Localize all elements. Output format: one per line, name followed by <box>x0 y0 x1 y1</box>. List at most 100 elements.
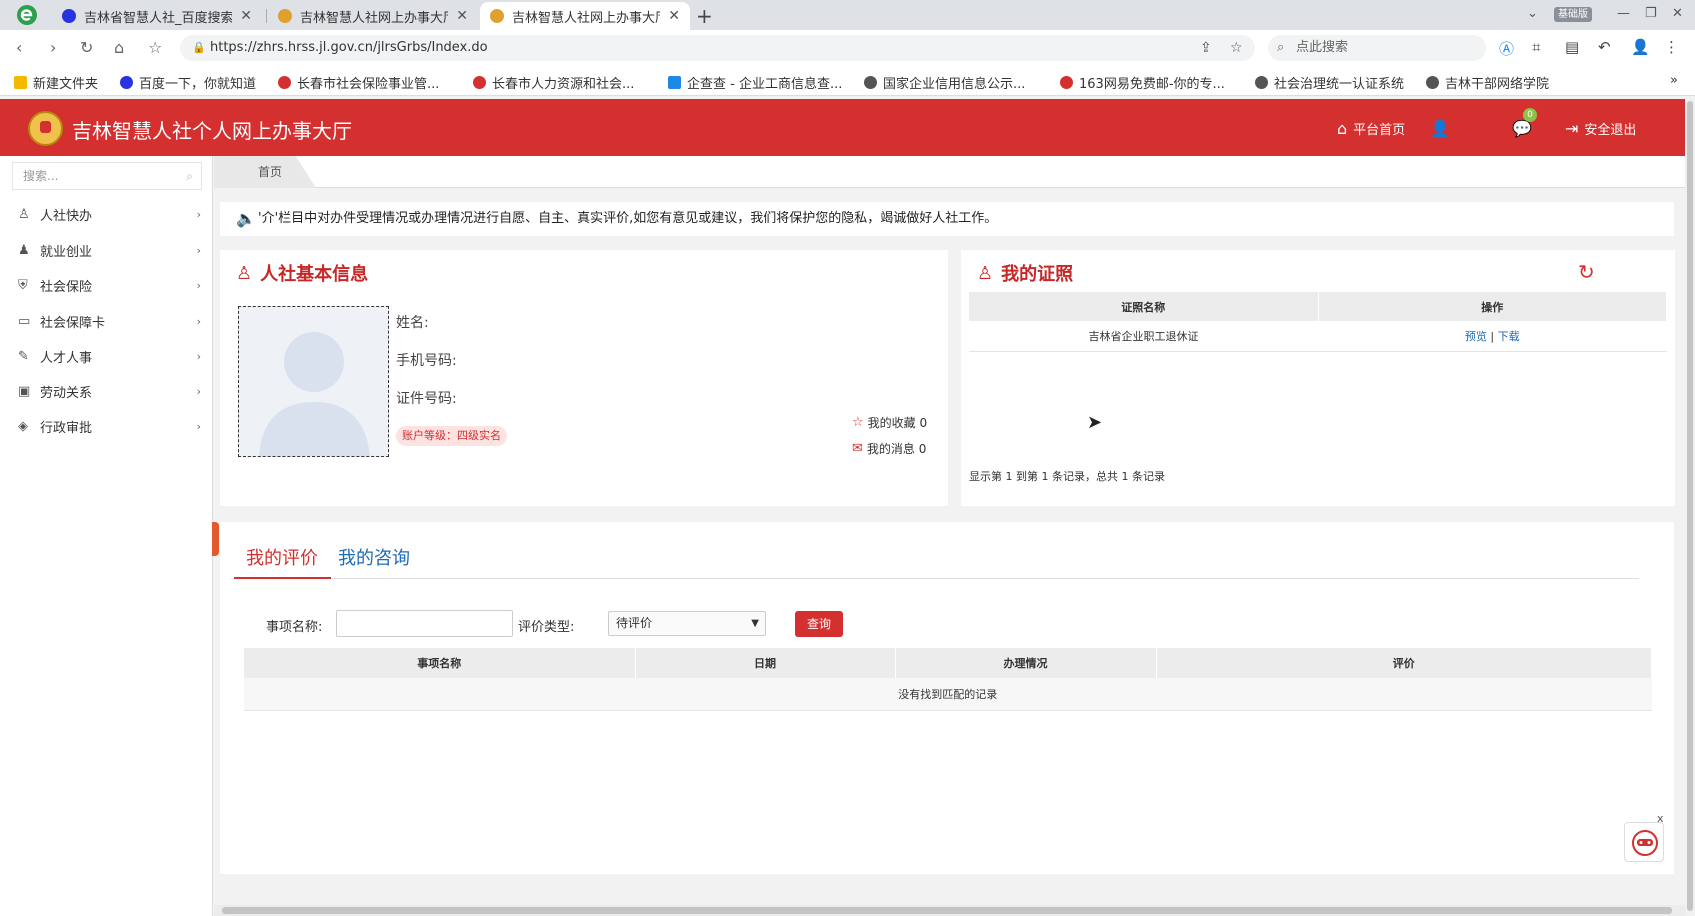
sidebar-search-input[interactable]: 搜索... ⌕ <box>12 162 202 190</box>
share-icon[interactable]: ⇪ <box>1200 35 1212 61</box>
sidebar-item-approval[interactable]: ◈ 行政审批 › <box>0 408 213 444</box>
star-icon[interactable]: ☆ <box>148 38 162 57</box>
bookmark-item[interactable]: 新建文件夹 <box>14 73 98 92</box>
close-icon[interactable]: ✕ <box>668 8 680 24</box>
qichacha-icon <box>668 76 681 89</box>
tab-my-consultations[interactable]: 我的咨询 <box>338 544 410 570</box>
page-tab-home[interactable]: 首页 <box>214 156 316 188</box>
customer-service-robot[interactable] <box>1624 822 1664 862</box>
scrollbar-thumb[interactable] <box>1687 101 1693 911</box>
chevron-down-icon[interactable]: ⌄ <box>1527 6 1538 21</box>
browser-logo-icon[interactable] <box>16 4 38 26</box>
bookmark-label: 长春市社会保险事业管... <box>297 77 440 92</box>
worker-icon: ♟ <box>18 242 30 258</box>
close-icon[interactable]: ✕ <box>456 8 468 24</box>
browser-tab-hall-active[interactable]: 吉林智慧人社网上办事大厅 ✕ <box>480 2 690 30</box>
evaluation-type-value: 待评价 <box>616 616 653 630</box>
avatar <box>238 306 389 457</box>
refresh-icon[interactable]: ↻ <box>1578 260 1595 284</box>
item-name-label: 事项名称: <box>266 620 323 635</box>
lock-icon: 🔒 <box>192 41 206 54</box>
bookmark-label: 国家企业信用信息公示... <box>883 77 1026 92</box>
column-header: 操作 <box>1318 292 1667 321</box>
bookmark-item[interactable]: 长春市人力资源和社会... <box>473 73 634 92</box>
messages-label: 我的消息 0 <box>866 442 927 456</box>
globe-icon <box>864 76 877 89</box>
national-emblem-logo <box>28 111 63 146</box>
browser-tab-hall[interactable]: 吉林智慧人社网上办事大厅 ✕ <box>268 2 478 30</box>
sidebar-item-labor[interactable]: ▣ 劳动关系 › <box>0 373 213 409</box>
user-profile-link[interactable]: 👤 <box>1430 119 1456 138</box>
bookmarks-overflow-button[interactable]: » <box>1670 73 1678 88</box>
sidebar-item-label: 劳动关系 <box>40 385 93 401</box>
logout-link[interactable]: ⇥ 安全退出 <box>1565 119 1636 138</box>
table-row: 没有找到匹配的记录 <box>244 678 1652 711</box>
preview-link[interactable]: 预览 <box>1465 330 1487 343</box>
close-window-icon[interactable]: ✕ <box>1672 6 1683 21</box>
netease-mail-icon <box>1060 76 1073 89</box>
bookmark-item[interactable]: 百度一下，你就知道 <box>120 73 256 92</box>
forward-icon[interactable]: › <box>50 38 56 57</box>
url-bar[interactable]: 🔒 https://zhrs.hrss.jl.gov.cn/jlrsGrbs/I… <box>180 35 1255 61</box>
logout-label: 安全退出 <box>1584 123 1637 138</box>
reload-icon[interactable]: ↻ <box>80 38 93 57</box>
sidebar-item-security-card[interactable]: ▭ 社会保障卡 › <box>0 303 213 339</box>
my-favorites-link[interactable]: ☆ 我的收藏 0 <box>852 414 927 431</box>
certificates-title-text: 我的证照 <box>1001 264 1074 285</box>
back-icon[interactable]: ‹ <box>16 38 22 57</box>
sidebar-item-social-insurance[interactable]: ⛨ 社会保险 › <box>0 267 213 303</box>
browser-tab-baidu[interactable]: 吉林省智慧人社_百度搜索 ✕ <box>52 2 262 30</box>
browser-search-box[interactable]: ⌕ 点此搜索 <box>1268 35 1486 61</box>
crop-icon[interactable]: ⌗ <box>1532 38 1540 56</box>
new-tab-button[interactable]: + <box>696 4 713 28</box>
action-separator: | <box>1490 329 1495 343</box>
my-messages-link[interactable]: ✉ 我的消息 0 <box>852 440 926 457</box>
version-badge[interactable]: 基础版 <box>1554 7 1592 22</box>
restore-icon[interactable]: ❐ <box>1645 6 1657 21</box>
certificates-panel: ♙ 我的证照 ↻ 证照名称 操作 吉林省企业职工退休证 预览 | 下载 显示第 … <box>961 250 1675 506</box>
bookmark-item[interactable]: 吉林干部网络学院 <box>1426 73 1549 92</box>
tab-my-evaluations[interactable]: 我的评价 <box>246 544 318 570</box>
sidebar-item-employment[interactable]: ♟ 就业创业 › <box>0 232 213 268</box>
notice-text: '介'栏目中对办件受理情况或办理情况进行自愿、自主、真实评价,如您有意见或建议，… <box>258 211 998 226</box>
query-button[interactable]: 查询 <box>795 611 843 637</box>
close-icon[interactable]: ✕ <box>240 8 252 24</box>
search-icon[interactable]: ⌕ <box>186 163 193 189</box>
active-tab-indicator <box>234 577 331 579</box>
bookmark-item[interactable]: 163网易免费邮-你的专... <box>1060 73 1225 92</box>
main-content: 🔈 '介'栏目中对办件受理情况或办理情况进行自愿、自主、真实评价,如您有意见或建… <box>214 188 1685 916</box>
sidebar-panel-icon[interactable]: ▤ <box>1565 38 1579 56</box>
sidebar-item-talent[interactable]: ✎ 人才人事 › <box>0 338 213 374</box>
speaker-icon: 🔈 <box>236 209 256 228</box>
bookmark-item[interactable]: 社会治理统一认证系统 <box>1255 73 1404 92</box>
account-icon[interactable]: 👤 <box>1631 38 1650 56</box>
platform-home-link[interactable]: ⌂ 平台首页 <box>1337 119 1405 138</box>
emblem-icon <box>473 76 486 89</box>
sidebar-item-rskb[interactable]: ♙ 人社快办 › <box>0 196 213 232</box>
home-icon[interactable]: ⌂ <box>114 38 124 57</box>
robot-icon <box>1632 830 1658 856</box>
bookmark-item[interactable]: 国家企业信用信息公示... <box>864 73 1025 92</box>
messages-link[interactable]: 💬 <box>1512 119 1538 138</box>
scrollbar-thumb[interactable] <box>222 907 1672 914</box>
ai-icon[interactable]: Ⓐ <box>1499 38 1514 59</box>
more-menu-icon[interactable]: ⋮ <box>1664 38 1679 56</box>
bookmark-star-icon[interactable]: ☆ <box>1230 35 1243 61</box>
favorites-label: 我的收藏 0 <box>867 416 928 430</box>
horizontal-scrollbar[interactable] <box>214 905 1685 916</box>
column-header: 事项名称 <box>244 648 636 678</box>
sidebar-item-label: 人社快办 <box>40 208 93 224</box>
user-outline-icon: ♙ <box>977 262 994 284</box>
minimize-icon[interactable]: — <box>1617 6 1630 21</box>
bookmark-item[interactable]: 企查查 - 企业工商信息查... <box>668 73 842 92</box>
home-link-label: 平台首页 <box>1353 123 1406 138</box>
vertical-scrollbar[interactable] <box>1685 99 1695 916</box>
sidebar-collapse-handle[interactable] <box>212 522 219 556</box>
bookmark-item[interactable]: 长春市社会保险事业管... <box>278 73 439 92</box>
download-link[interactable]: 下载 <box>1498 330 1520 343</box>
tab-title: 吉林智慧人社网上办事大厅 <box>512 10 661 26</box>
undo-icon[interactable]: ↶ <box>1598 38 1611 56</box>
evaluation-type-select[interactable]: 待评价 ▼ <box>608 611 766 636</box>
item-name-input[interactable] <box>336 610 513 637</box>
user-outline-icon: ♙ <box>236 262 253 284</box>
